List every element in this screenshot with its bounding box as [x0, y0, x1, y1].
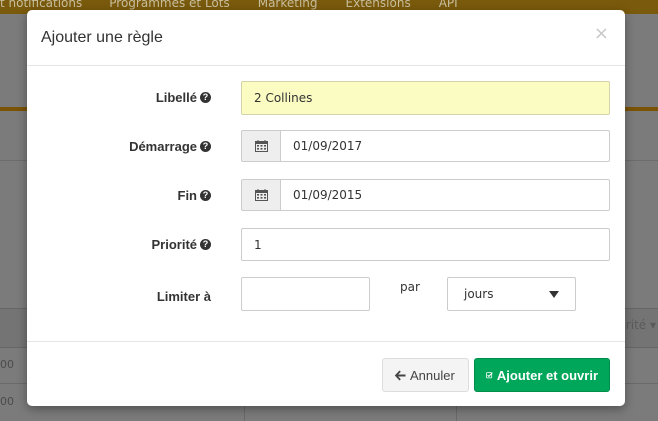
- row-demarrage: Démarrage ? 01/09/2017: [27, 130, 625, 164]
- demarrage-date-input[interactable]: 01/09/2017: [280, 130, 610, 162]
- nav-item-programmes: Programmes et Lots: [109, 0, 230, 10]
- modal-title: Ajouter une règle: [41, 29, 163, 46]
- cancel-button[interactable]: Annuler: [382, 358, 469, 392]
- question-circle-icon: ?: [200, 92, 211, 103]
- question-circle-icon: ?: [200, 239, 211, 250]
- nav-item-marketing: Marketing: [257, 0, 318, 10]
- add-rule-modal: Ajouter une règle × Libellé ? 2 Collines…: [27, 10, 625, 406]
- limiter-label: Limiter à: [156, 289, 211, 304]
- row-fin: Fin ? 01/09/2015: [27, 179, 625, 213]
- background-column-header: rité ▾: [625, 318, 656, 332]
- libelle-label: Libellé ?: [156, 90, 211, 105]
- priorite-label: Priorité ?: [151, 237, 211, 252]
- limiter-input[interactable]: [241, 277, 370, 311]
- priorite-input[interactable]: 1: [241, 228, 610, 261]
- add-and-open-button[interactable]: Ajouter et ouvrir: [474, 358, 610, 392]
- par-label: par: [400, 280, 420, 294]
- calendar-icon[interactable]: [241, 130, 280, 162]
- row-limiter: Limiter à par jours: [27, 277, 625, 311]
- fin-date-input[interactable]: 01/09/2015: [280, 179, 610, 211]
- nav-item-notifications: t notifications: [0, 0, 83, 10]
- nav-item-api: API: [438, 0, 458, 10]
- modal-header: Ajouter une règle ×: [27, 10, 625, 66]
- fin-label: Fin ?: [178, 188, 211, 203]
- libelle-input[interactable]: 2 Collines: [241, 81, 610, 115]
- question-circle-icon: ?: [200, 141, 211, 152]
- calendar-icon[interactable]: [241, 179, 280, 211]
- background-cell: 00: [0, 358, 14, 371]
- background-cell: 00: [0, 395, 14, 408]
- modal-footer: Annuler Ajouter et ouvrir: [27, 341, 625, 407]
- question-circle-icon: ?: [200, 190, 211, 201]
- close-icon[interactable]: ×: [594, 24, 609, 44]
- caret-down-icon: [549, 290, 559, 298]
- unit-select-value: jours: [464, 287, 494, 301]
- row-libelle: Libellé ? 2 Collines: [27, 81, 625, 115]
- arrow-left-icon: [394, 370, 406, 380]
- demarrage-label: Démarrage ?: [129, 139, 211, 154]
- unit-select[interactable]: jours: [447, 277, 576, 311]
- check-square-icon: [486, 372, 493, 379]
- nav-item-extensions: Extensions: [345, 0, 411, 10]
- row-priorite: Priorité ? 1: [27, 228, 625, 262]
